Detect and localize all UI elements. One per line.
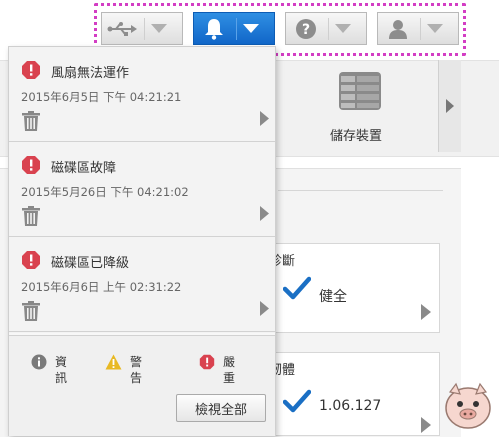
notification-timestamp: 2015年6月6日 上午 02:31:22: [21, 280, 182, 294]
firmware-value: 1.06.127: [319, 398, 382, 414]
firmware-card[interactable]: 韌體 1.06.127: [262, 352, 440, 436]
notifications-dropdown: 風扇無法運作 2015年6月5日 下午 04:21:21 磁碟區故障 2015年…: [8, 46, 276, 436]
svg-text:?: ?: [302, 22, 310, 38]
help-button[interactable]: ?: [285, 12, 367, 45]
legend-warning-label: 警告: [130, 355, 143, 385]
checkmark-icon: [283, 389, 311, 413]
divider: [236, 17, 237, 40]
chevron-down-icon: [335, 24, 351, 33]
view-all-button[interactable]: 檢視全部: [176, 394, 266, 422]
mascot-watermark-icon: [445, 382, 491, 429]
user-icon: [378, 18, 418, 40]
notification-title: 磁碟區已降級: [51, 256, 130, 271]
usb-button[interactable]: [101, 12, 183, 45]
legend-critical-label: 嚴重: [223, 355, 236, 385]
chevron-down-icon: [151, 24, 167, 33]
divider: [328, 17, 329, 40]
trash-icon[interactable]: [22, 301, 40, 325]
chevron-right-icon: [446, 99, 454, 113]
diagnosis-value: 健全: [319, 289, 347, 305]
chevron-right-icon[interactable]: [260, 301, 269, 320]
usb-icon: [102, 21, 142, 37]
error-icon: [21, 155, 41, 179]
notification-list: 風扇無法運作 2015年6月5日 下午 04:21:21 磁碟區故障 2015年…: [9, 47, 275, 333]
notification-legend-footer: 資訊 警告 嚴重 檢視全部: [9, 335, 275, 436]
diagnosis-card[interactable]: 診斷 健全: [262, 243, 440, 333]
legend-info-label: 資訊: [55, 355, 68, 385]
notification-timestamp: 2015年6月5日 下午 04:21:21: [21, 90, 182, 104]
trash-icon[interactable]: [22, 206, 40, 230]
critical-icon: [199, 354, 215, 370]
notifications-button[interactable]: [193, 12, 275, 45]
divider: [144, 17, 145, 40]
notification-item[interactable]: 磁碟區故障 2015年5月26日 下午 04:21:02: [9, 142, 275, 237]
notification-item[interactable]: 磁碟區已降級 2015年6月6日 上午 02:31:22: [9, 237, 275, 332]
chevron-right-icon[interactable]: [260, 111, 269, 130]
legend-critical[interactable]: 嚴重: [199, 354, 235, 386]
notification-title: 磁碟區故障: [51, 161, 117, 176]
storage-label[interactable]: 儲存裝置: [330, 125, 382, 144]
warning-icon: [105, 354, 122, 370]
help-icon: ?: [286, 18, 326, 40]
chevron-down-icon: [427, 24, 443, 33]
divider: [420, 17, 421, 40]
chevron-right-icon[interactable]: [260, 206, 269, 225]
error-icon: [21, 250, 41, 274]
trash-icon[interactable]: [22, 111, 40, 135]
notification-title: 風扇無法運作: [51, 66, 130, 81]
bell-icon: [194, 18, 234, 40]
scroll-right-button[interactable]: [438, 60, 461, 152]
notification-item[interactable]: 風扇無法運作 2015年6月5日 下午 04:21:21: [9, 47, 275, 142]
chevron-right-icon[interactable]: [421, 417, 431, 437]
notification-timestamp: 2015年5月26日 下午 04:21:02: [21, 185, 189, 199]
legend-info[interactable]: 資訊: [31, 354, 67, 386]
chevron-down-icon: [243, 24, 259, 33]
checkmark-icon: [283, 276, 311, 300]
info-icon: [31, 354, 47, 370]
chevron-right-icon[interactable]: [421, 304, 431, 324]
error-icon: [21, 60, 41, 84]
database-icon: [339, 72, 381, 110]
legend-warning[interactable]: 警告: [105, 354, 142, 386]
user-menu-button[interactable]: [377, 12, 459, 45]
divider: [278, 190, 443, 191]
